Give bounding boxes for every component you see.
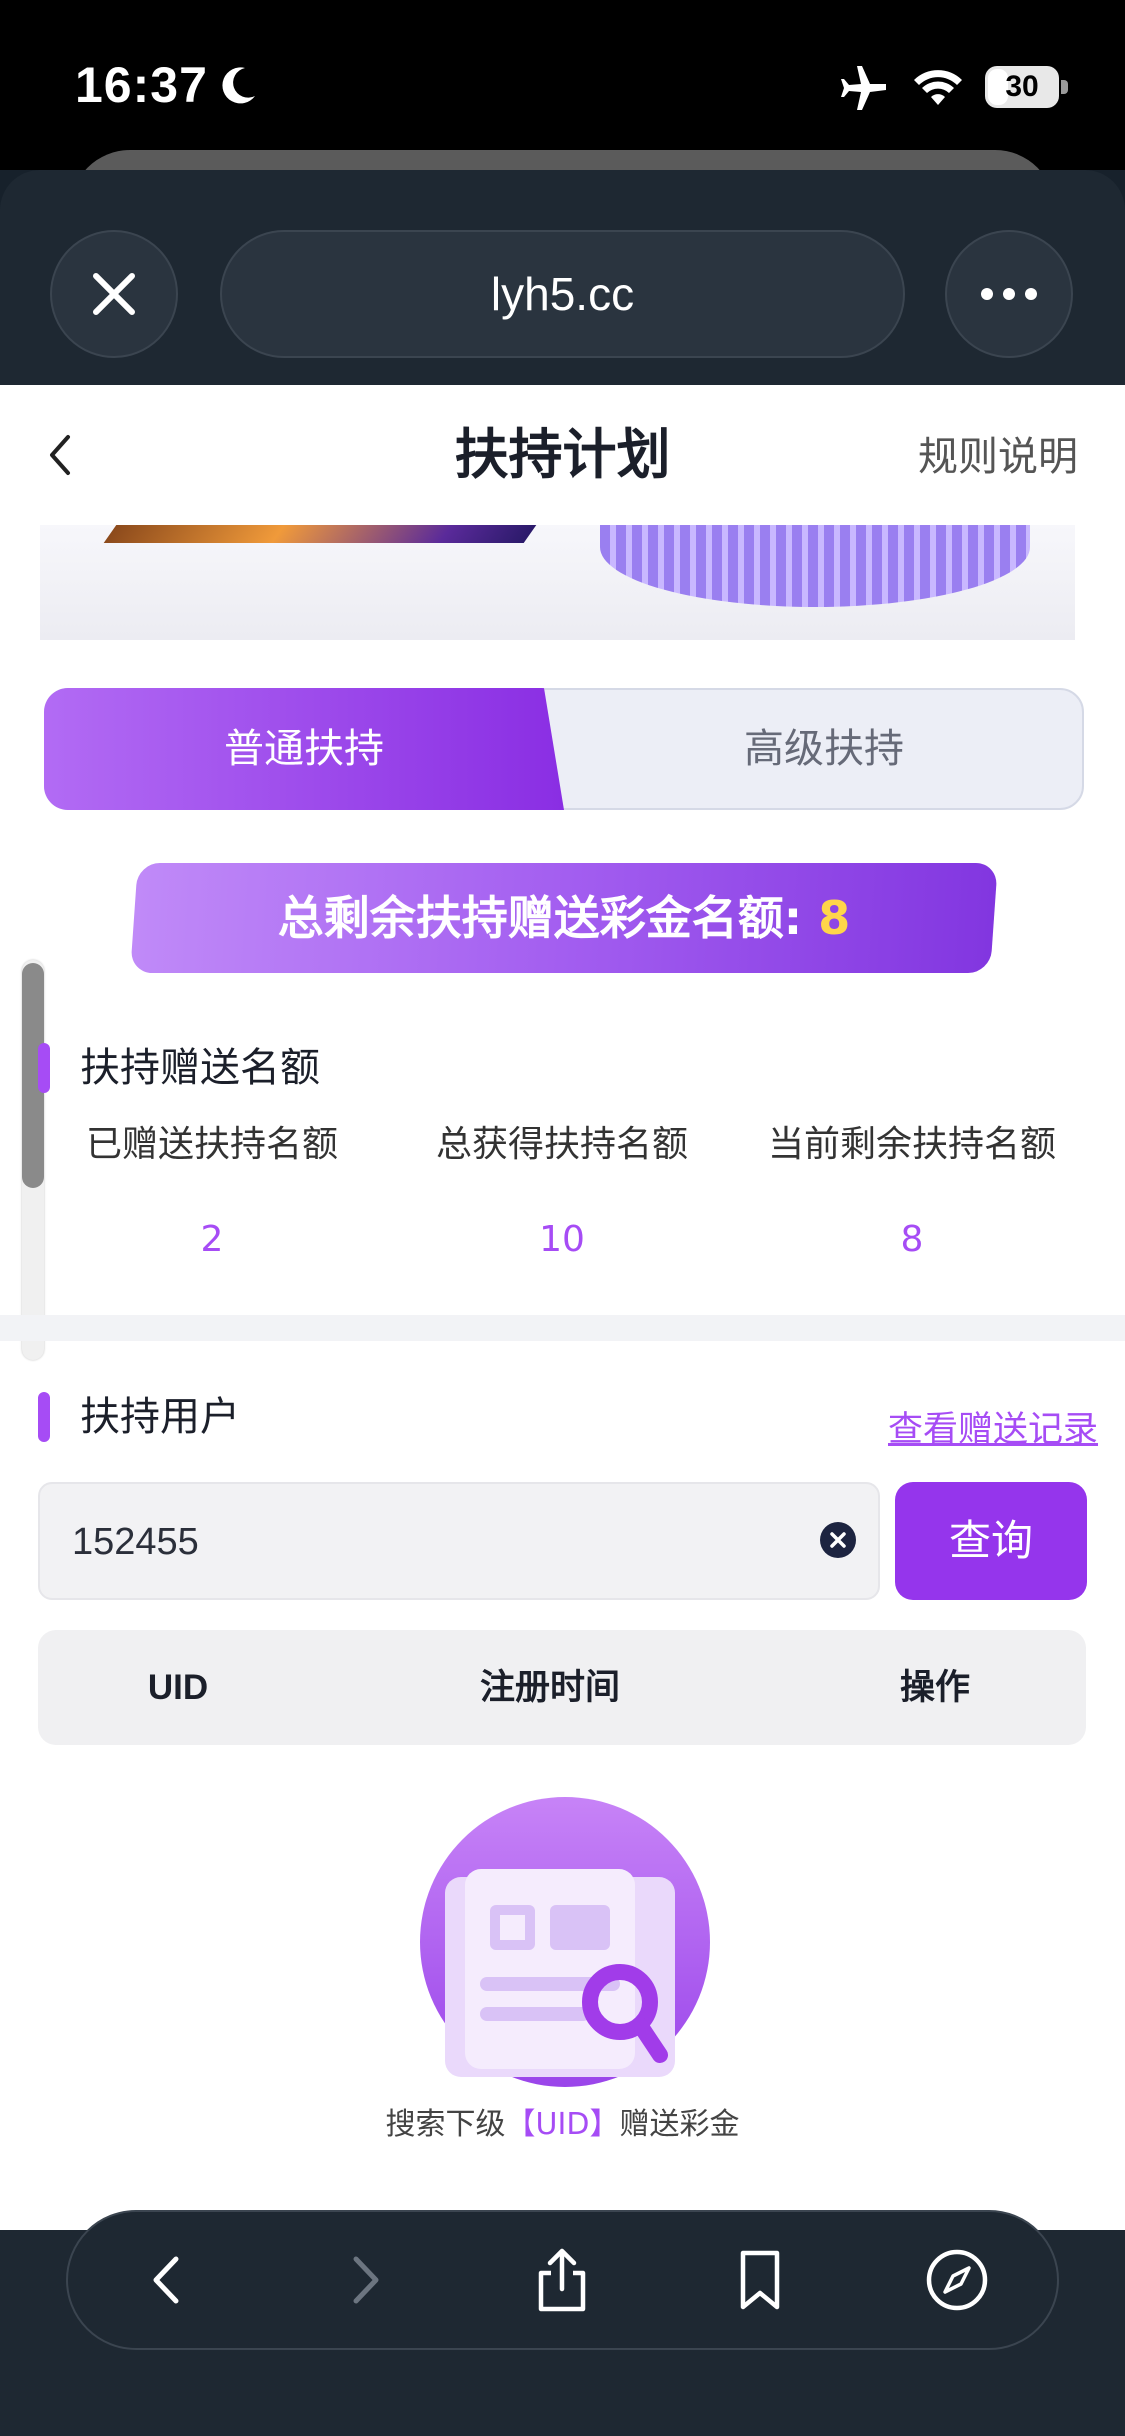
- clear-x-glyph: [830, 1532, 846, 1548]
- section-marker: [38, 1043, 50, 1093]
- total-remaining-text: 总剩余扶持赠送彩金名额: 8: [134, 863, 994, 973]
- empty-state-text: 搜索下级【UID】赠送彩金: [0, 2100, 1125, 2150]
- stat-label-total: 总获得扶持名额: [435, 1124, 688, 1165]
- empty-suffix: 赠送彩金: [619, 2107, 740, 2142]
- more-button[interactable]: [945, 230, 1073, 358]
- moon-icon: [222, 67, 255, 104]
- wifi-icon: [914, 70, 962, 105]
- section-divider: [0, 1315, 1125, 1341]
- rules-link[interactable]: 规则说明: [918, 427, 1078, 487]
- share-icon[interactable]: [527, 2245, 597, 2315]
- clear-icon[interactable]: [820, 1522, 856, 1558]
- stat-value-total: 10: [539, 1219, 585, 1260]
- compass-icon[interactable]: [922, 2245, 992, 2315]
- tab-advanced-support[interactable]: 高级扶持: [564, 688, 1084, 810]
- total-remaining-label: 总剩余扶持赠送彩金名额:: [277, 891, 819, 945]
- stat-label-remaining: 当前剩余扶持名额: [767, 1124, 1056, 1165]
- empty-prefix: 搜索下级: [385, 2107, 506, 2142]
- column-header-register-time: 注册时间: [479, 1668, 620, 1707]
- query-button[interactable]: 查询: [895, 1482, 1087, 1600]
- search-input-value: 152455: [72, 1521, 199, 1563]
- status-time: 16:37: [75, 57, 208, 113]
- total-remaining-value: 8: [818, 891, 851, 945]
- forward-icon[interactable]: [330, 2245, 400, 2315]
- stat-value-sent: 2: [200, 1219, 224, 1260]
- banner-stripe: [103, 525, 537, 543]
- empty-uid-highlight: 【UID】: [505, 2107, 620, 2142]
- battery-level-text: 30: [1005, 70, 1039, 103]
- url-bar[interactable]: lyh5.cc: [220, 230, 905, 358]
- back-icon[interactable]: [132, 2245, 202, 2315]
- tab-normal-support[interactable]: 普通扶持: [44, 688, 564, 810]
- close-button[interactable]: [50, 230, 178, 358]
- column-header-uid: UID: [147, 1668, 209, 1707]
- close-icon: [93, 273, 135, 315]
- section-marker: [38, 1392, 50, 1442]
- web-page: 扶持计划 规则说明 普通扶持 高级扶持 总剩余扶持赠送彩金名额: 8 扶持赠送名…: [0, 385, 1125, 2230]
- column-header-action: 操作: [899, 1668, 970, 1707]
- stat-value-remaining: 8: [900, 1219, 924, 1260]
- airplane-icon: [841, 66, 886, 110]
- url-text: lyh5.cc: [490, 268, 635, 320]
- stat-label-sent: 已赠送扶持名额: [85, 1124, 338, 1165]
- empty-search-illustration: [420, 1797, 710, 2087]
- more-icon: [981, 288, 1037, 300]
- user-section-title: 扶持用户: [80, 1394, 240, 1440]
- quota-section-title: 扶持赠送名额: [80, 1045, 320, 1091]
- battery-indicator: 30: [985, 66, 1069, 108]
- bookmarks-icon[interactable]: [725, 2245, 795, 2315]
- view-gift-records-link[interactable]: 查看赠送记录: [888, 1405, 1098, 1455]
